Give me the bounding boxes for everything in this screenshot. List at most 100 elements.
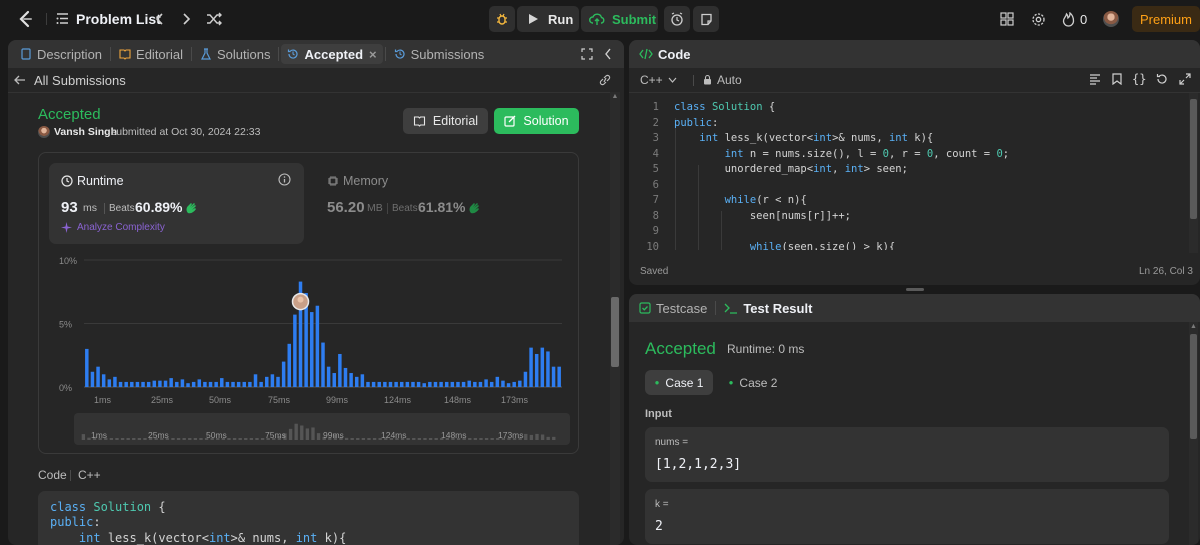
chart-bar[interactable] (225, 381, 230, 387)
submit-button[interactable]: Submit (581, 6, 658, 32)
chart-bar[interactable] (169, 378, 173, 387)
chart-bar[interactable] (276, 376, 280, 387)
chart-bar[interactable] (523, 371, 528, 387)
chart-bar[interactable] (113, 376, 117, 387)
runtime-card[interactable]: Runtime 93 ms Beats 60.89% Analyze Compl… (49, 163, 304, 244)
chart-bar[interactable] (124, 381, 128, 387)
chart-bar[interactable] (152, 380, 157, 387)
streak-fire-icon[interactable] (1058, 9, 1078, 29)
chart-bar[interactable] (321, 342, 325, 387)
chart-bar[interactable] (332, 373, 336, 387)
chart-bar[interactable] (343, 367, 348, 387)
chart-bar[interactable] (130, 381, 134, 387)
testresult-scrollbar[interactable]: ▲ (1189, 322, 1198, 545)
chart-bar[interactable] (422, 383, 426, 387)
chart-bar[interactable] (220, 378, 224, 387)
memory-card[interactable]: Memory 56.20 MB Beats 61.81% (315, 163, 570, 244)
premium-button[interactable]: Premium (1132, 6, 1200, 32)
left-scrollbar-thumb[interactable] (611, 297, 619, 367)
chart-bar[interactable] (270, 374, 275, 387)
chart-bar[interactable] (236, 381, 241, 387)
runtime-distribution-chart[interactable]: 10% 5% 0% 1ms 25ms 50ms 75ms 99ms 124ms 148ms 173m… (39, 245, 580, 455)
chart-bar[interactable] (191, 381, 196, 387)
chart-bar[interactable] (253, 374, 258, 387)
editorial-button[interactable]: Editorial (403, 108, 488, 134)
chart-bar[interactable] (90, 371, 95, 387)
chart-bar[interactable] (197, 379, 202, 387)
chart-bar[interactable] (518, 380, 522, 387)
chart-bar[interactable] (175, 381, 179, 387)
chart-bar[interactable] (484, 379, 488, 387)
chart-bar[interactable] (377, 381, 381, 387)
chart-bar[interactable] (388, 381, 393, 387)
share-link-icon[interactable] (598, 74, 612, 86)
tab-testcase[interactable]: Testcase (633, 298, 713, 318)
chart-bar[interactable] (416, 381, 421, 387)
case-2-tab[interactable]: ● Case 2 (719, 370, 787, 395)
chart-bar[interactable] (411, 381, 415, 387)
chart-bar[interactable] (371, 381, 376, 387)
tab-accepted[interactable]: Accepted × (281, 44, 383, 64)
submitter-name[interactable]: Vansh Singh (54, 126, 117, 138)
chart-bar[interactable] (478, 381, 483, 387)
chart-bar[interactable] (456, 381, 460, 387)
editor-scrollbar-thumb[interactable] (1190, 99, 1197, 219)
chart-bar[interactable] (203, 381, 207, 387)
chart-bar[interactable] (310, 312, 314, 387)
settings-gear-icon[interactable] (1028, 9, 1048, 29)
case-1-tab[interactable]: ● Case 1 (645, 370, 713, 395)
reset-icon[interactable] (1156, 73, 1168, 85)
chart-bar[interactable] (326, 366, 331, 387)
chart-bar[interactable] (287, 343, 292, 387)
chart-bar[interactable] (158, 380, 162, 387)
leetcode-logo-icon[interactable] (17, 10, 35, 28)
chart-bar[interactable] (444, 381, 449, 387)
problem-list-icon[interactable] (56, 12, 69, 25)
collapse-icon[interactable] (604, 48, 612, 60)
chart-bar[interactable] (366, 381, 370, 387)
chart-bar[interactable] (186, 383, 190, 387)
bookmark-icon[interactable] (1112, 73, 1122, 85)
language-select[interactable]: C++ (640, 73, 677, 87)
chart-bar[interactable] (163, 380, 168, 387)
shuffle-icon[interactable] (204, 9, 224, 29)
tab-submissions[interactable]: Submissions (388, 44, 491, 64)
format-icon[interactable] (1089, 74, 1101, 85)
info-icon[interactable] (278, 173, 291, 186)
chart-bar[interactable] (529, 347, 533, 387)
chart-bar[interactable] (315, 305, 320, 387)
editor-scrollbar[interactable] (1189, 93, 1198, 253)
analyze-complexity-link[interactable]: Analyze Complexity (77, 222, 165, 233)
submitter-avatar[interactable] (38, 126, 50, 138)
chart-bar[interactable] (405, 381, 410, 387)
chart-bar[interactable] (96, 366, 100, 387)
chart-bar[interactable] (242, 381, 247, 387)
fullscreen-icon[interactable] (1179, 73, 1191, 85)
chart-bar[interactable] (399, 381, 404, 387)
chart-bar[interactable] (135, 381, 140, 387)
chart-bar[interactable] (473, 381, 477, 387)
chart-bar[interactable] (338, 353, 342, 387)
chart-bar[interactable] (85, 348, 89, 387)
chart-bar[interactable] (428, 381, 432, 387)
chart-bar[interactable] (546, 351, 550, 387)
chart-bar[interactable] (557, 366, 561, 387)
chart-bar[interactable] (506, 383, 511, 387)
chart-bar[interactable] (467, 380, 471, 387)
tab-solutions[interactable]: Solutions (194, 44, 276, 64)
run-button[interactable]: Run (517, 6, 579, 32)
chart-bar[interactable] (141, 381, 145, 387)
chart-bar[interactable] (118, 381, 123, 387)
chart-bar[interactable] (248, 381, 252, 387)
chart-bar[interactable] (489, 381, 494, 387)
close-tab-icon[interactable]: × (369, 47, 377, 62)
editor-code[interactable]: class Solution { public: int less_k(vect… (674, 98, 1184, 250)
solution-button[interactable]: Solution (494, 108, 579, 134)
chart-bar[interactable] (349, 373, 353, 387)
maximize-icon[interactable] (581, 48, 593, 60)
chart-bar[interactable] (354, 376, 359, 387)
chart-bar[interactable] (259, 381, 263, 387)
tab-description[interactable]: Description (14, 44, 108, 64)
auto-mode-label[interactable]: Auto (717, 73, 742, 87)
chart-bar[interactable] (208, 381, 213, 387)
